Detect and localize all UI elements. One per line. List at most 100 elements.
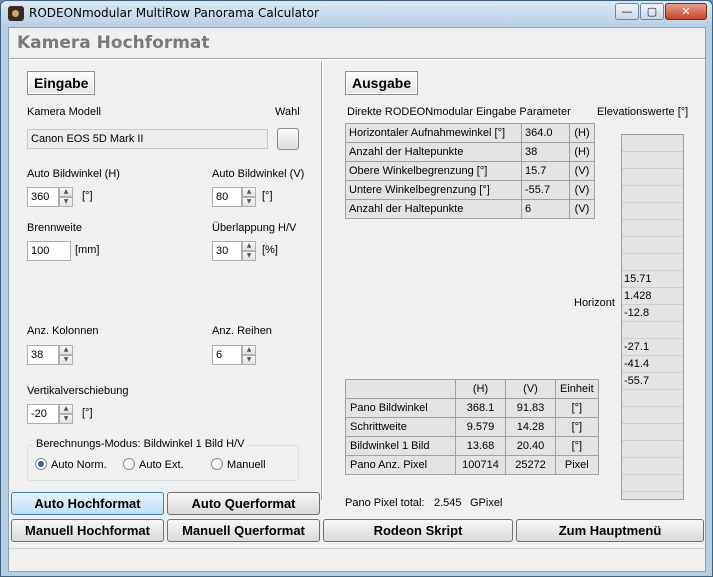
elevation-list[interactable]: 15.71 1.428 -12.8 -27.1 -41.4 -55.7 — [621, 134, 684, 500]
table-row: Pano Bildwinkel 368.1 91.83 [°] — [345, 398, 599, 418]
main-menu-button[interactable]: Zum Hauptmenü — [516, 519, 704, 542]
list-item — [622, 458, 683, 475]
mode-manual-radio[interactable]: Manuell — [211, 458, 266, 471]
list-item: 15.71 — [622, 271, 683, 288]
focal-unit: [mm] — [75, 244, 100, 256]
vshift-stepper[interactable]: ▲ ▼ — [59, 404, 73, 424]
vshift-unit: [°] — [82, 407, 93, 419]
panel-divider — [321, 62, 323, 500]
param-unit: (V) — [569, 161, 595, 181]
auto-portrait-button[interactable]: Auto Hochformat — [11, 492, 164, 515]
header-divider — [9, 58, 705, 60]
arrow-down-icon[interactable]: ▼ — [59, 414, 73, 424]
angle-v-input[interactable]: 80 — [212, 187, 242, 207]
camera-model-field[interactable]: Canon EOS 5D Mark II — [27, 129, 268, 149]
result-label: Schrittweite — [345, 417, 456, 437]
minimize-button[interactable]: — — [615, 3, 639, 20]
result-v: 14.28 — [505, 417, 556, 437]
overlap-unit: [%] — [262, 244, 278, 256]
ausgabe-button[interactable]: Ausgabe — [345, 71, 419, 95]
manual-landscape-button[interactable]: Manuell Querformat — [167, 519, 320, 542]
result-unit: [°] — [555, 436, 599, 456]
vshift-input[interactable]: -20 — [27, 404, 59, 424]
elevation-title: Elevationswerte [°] — [597, 106, 689, 118]
maximize-button[interactable]: ▢ — [640, 3, 664, 20]
angle-h-stepper[interactable]: ▲ ▼ — [59, 187, 73, 207]
pixel-total-unit: GPixel — [470, 497, 503, 509]
arrow-up-icon[interactable]: ▲ — [59, 187, 73, 197]
list-item — [622, 237, 683, 254]
param-label: Untere Winkelbegrenzung [°] — [345, 180, 522, 200]
result-v: 20.40 — [505, 436, 556, 456]
mode-auto-ext-radio[interactable]: Auto Ext. — [123, 458, 184, 471]
list-item — [622, 475, 683, 492]
mode-auto-norm-radio[interactable]: Auto Norm. — [35, 458, 107, 471]
eingabe-button[interactable]: Eingabe — [27, 71, 96, 95]
list-item — [622, 390, 683, 407]
arrow-down-icon[interactable]: ▼ — [59, 355, 73, 365]
list-item — [622, 152, 683, 169]
param-value: -55.7 — [521, 180, 570, 200]
list-item — [622, 322, 683, 339]
list-item — [622, 169, 683, 186]
result-v: 91.83 — [505, 398, 556, 418]
list-item — [622, 424, 683, 441]
mode-option-label: Manuell — [227, 459, 266, 471]
arrow-down-icon[interactable]: ▼ — [242, 251, 256, 261]
rows-input[interactable]: 6 — [212, 345, 242, 365]
camera-select-button[interactable] — [277, 128, 299, 150]
table-header-row: (H) (V) Einheit — [345, 379, 599, 399]
param-unit: (H) — [569, 142, 595, 162]
list-item — [622, 254, 683, 271]
param-unit: (H) — [569, 123, 595, 143]
params-table: Horizontaler Aufnahmewinkel [°] 364.0 (H) … — [345, 123, 595, 219]
param-label: Anzahl der Haltepunkte — [345, 199, 522, 219]
mode-option-label: Auto Ext. — [139, 459, 184, 471]
overlap-stepper[interactable]: ▲ ▼ — [242, 241, 256, 261]
list-item: -55.7 — [622, 373, 683, 390]
columns-input[interactable]: 38 — [27, 345, 59, 365]
arrow-up-icon[interactable]: ▲ — [242, 345, 256, 355]
rows-stepper[interactable]: ▲ ▼ — [242, 345, 256, 365]
title-bar[interactable]: RODEONmodular MultiRow Panorama Calculat… — [1, 1, 712, 27]
arrow-down-icon[interactable]: ▼ — [242, 355, 256, 365]
window-title: RODEONmodular MultiRow Panorama Calculat… — [29, 6, 319, 20]
list-item: -12.8 — [622, 305, 683, 322]
arrow-down-icon[interactable]: ▼ — [242, 197, 256, 207]
angle-h-input[interactable]: 360 — [27, 187, 59, 207]
calc-mode-legend: Berechnungs-Modus: Bildwinkel 1 Bild H/V — [34, 438, 247, 450]
rodeon-script-button[interactable]: Rodeon Skript — [323, 519, 513, 542]
arrow-up-icon[interactable]: ▲ — [59, 404, 73, 414]
results-table: (H) (V) Einheit Pano Bildwinkel 368.1 91.83[… — [345, 379, 599, 475]
pixel-total-value: 2.545 — [434, 497, 462, 509]
list-item: -41.4 — [622, 356, 683, 373]
manual-portrait-button[interactable]: Manuell Hochformat — [11, 519, 164, 542]
angle-v-stepper[interactable]: ▲ ▼ — [242, 187, 256, 207]
column-header: (V) — [505, 379, 556, 399]
result-h: 9.579 — [455, 417, 506, 437]
column-header — [345, 379, 456, 399]
arrow-down-icon[interactable]: ▼ — [59, 197, 73, 207]
close-button[interactable]: ✕ — [665, 3, 707, 20]
camera-icon — [8, 6, 24, 21]
result-label: Pano Anz. Pixel — [345, 455, 456, 475]
table-row: Horizontaler Aufnahmewinkel [°] 364.0 (H) — [345, 123, 595, 143]
pixel-total-label: Pano Pixel total: — [345, 497, 425, 509]
arrow-up-icon[interactable]: ▲ — [59, 345, 73, 355]
table-row: Schrittweite 9.579 14.28 [°] — [345, 417, 599, 437]
arrow-up-icon[interactable]: ▲ — [242, 241, 256, 251]
radio-icon — [123, 458, 135, 470]
list-item: -27.1 — [622, 339, 683, 356]
calc-mode-group: Berechnungs-Modus: Bildwinkel 1 Bild H/V… — [27, 438, 299, 481]
result-h: 100714 — [455, 455, 506, 475]
page-title: Kamera Hochformat — [17, 33, 210, 53]
focal-input[interactable]: 100 — [27, 241, 71, 261]
arrow-up-icon[interactable]: ▲ — [242, 187, 256, 197]
columns-stepper[interactable]: ▲ ▼ — [59, 345, 73, 365]
angle-h-label: Auto Bildwinkel (H) — [27, 168, 120, 180]
column-header: Einheit — [555, 379, 599, 399]
auto-landscape-button[interactable]: Auto Querformat — [167, 492, 320, 515]
overlap-input[interactable]: 30 — [212, 241, 242, 261]
params-title: Direkte RODEONmodular Eingabe Parameter — [347, 106, 571, 118]
result-h: 13.68 — [455, 436, 506, 456]
